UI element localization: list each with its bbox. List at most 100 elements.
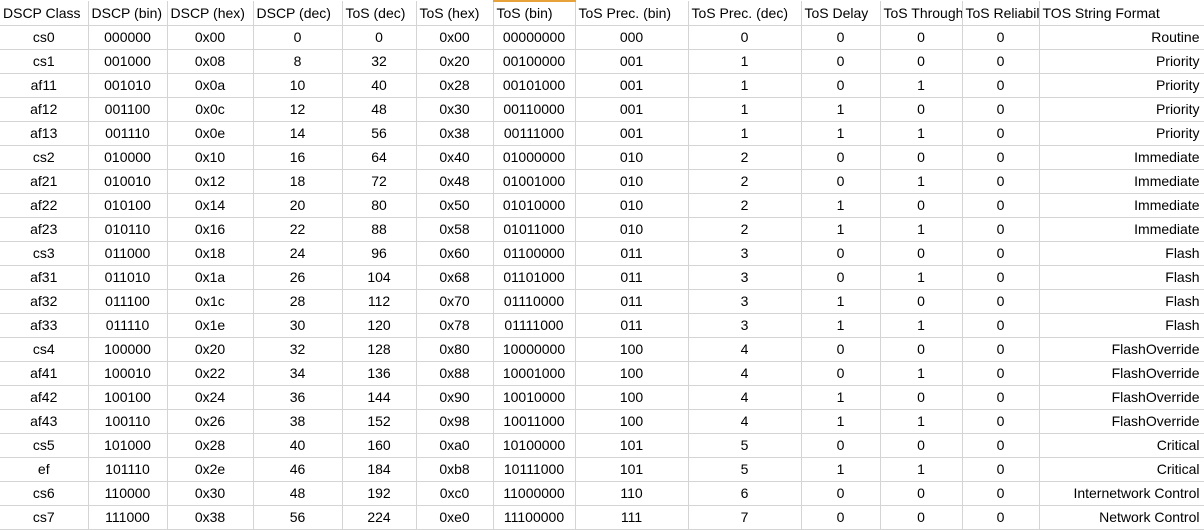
cell[interactable]: 11000000: [493, 481, 576, 506]
cell[interactable]: cs7: [0, 505, 89, 530]
cell[interactable]: 0: [962, 169, 1040, 194]
column-header[interactable]: ToS (dec): [342, 1, 417, 26]
cell[interactable]: 4: [688, 409, 802, 434]
cell[interactable]: 32: [253, 337, 343, 362]
cell[interactable]: 10001000: [493, 361, 576, 386]
column-header[interactable]: ToS Throughput: [880, 1, 963, 26]
cell[interactable]: 0xb8: [416, 457, 494, 482]
cell[interactable]: Immediate: [1039, 169, 1204, 194]
cell[interactable]: FlashOverride: [1039, 361, 1204, 386]
cell[interactable]: cs1: [0, 49, 89, 74]
column-header[interactable]: ToS Delay: [801, 1, 881, 26]
cell[interactable]: 1: [880, 313, 963, 338]
cell[interactable]: 0x24: [167, 385, 254, 410]
cell[interactable]: 4: [688, 385, 802, 410]
cell[interactable]: 6: [688, 481, 802, 506]
cell[interactable]: 0x1e: [167, 313, 254, 338]
cell[interactable]: 0: [801, 169, 881, 194]
cell[interactable]: 001000: [88, 49, 168, 74]
cell[interactable]: 0x1a: [167, 265, 254, 290]
cell[interactable]: 0x0e: [167, 121, 254, 146]
cell[interactable]: 1: [801, 289, 881, 314]
cell[interactable]: 01000000: [493, 145, 576, 170]
cell[interactable]: 1: [880, 217, 963, 242]
cell[interactable]: 192: [342, 481, 417, 506]
cell[interactable]: 4: [688, 337, 802, 362]
cell[interactable]: 0: [962, 217, 1040, 242]
cell[interactable]: af33: [0, 313, 89, 338]
cell[interactable]: 0x10: [167, 145, 254, 170]
cell[interactable]: 1: [801, 409, 881, 434]
cell[interactable]: cs2: [0, 145, 89, 170]
cell[interactable]: 0x80: [416, 337, 494, 362]
cell[interactable]: 0: [801, 73, 881, 98]
cell[interactable]: 36: [253, 385, 343, 410]
cell[interactable]: 0: [962, 265, 1040, 290]
cell[interactable]: 111: [575, 505, 689, 530]
cell[interactable]: 0x48: [416, 169, 494, 194]
cell[interactable]: af43: [0, 409, 89, 434]
cell[interactable]: 1: [801, 193, 881, 218]
cell[interactable]: af23: [0, 217, 89, 242]
cell[interactable]: af12: [0, 97, 89, 122]
cell[interactable]: 0: [880, 505, 963, 530]
cell[interactable]: 0: [962, 409, 1040, 434]
cell[interactable]: 0x14: [167, 193, 254, 218]
cell[interactable]: 28: [253, 289, 343, 314]
cell[interactable]: 000000: [88, 25, 168, 50]
cell[interactable]: 56: [253, 505, 343, 530]
cell[interactable]: 224: [342, 505, 417, 530]
cell[interactable]: Priority: [1039, 121, 1204, 146]
cell[interactable]: 88: [342, 217, 417, 242]
column-header[interactable]: TOS String Format: [1039, 1, 1204, 26]
cell[interactable]: 0: [962, 433, 1040, 458]
cell[interactable]: 0x98: [416, 409, 494, 434]
cell[interactable]: 1: [880, 409, 963, 434]
column-header[interactable]: ToS Prec. (dec): [688, 1, 802, 26]
cell[interactable]: 0: [962, 49, 1040, 74]
cell[interactable]: 0: [962, 241, 1040, 266]
cell[interactable]: 100100: [88, 385, 168, 410]
cell[interactable]: 11100000: [493, 505, 576, 530]
cell[interactable]: 0: [880, 337, 963, 362]
cell[interactable]: 10: [253, 73, 343, 98]
cell[interactable]: 160: [342, 433, 417, 458]
cell[interactable]: cs4: [0, 337, 89, 362]
cell[interactable]: 18: [253, 169, 343, 194]
cell[interactable]: 0: [801, 241, 881, 266]
cell[interactable]: 1: [801, 313, 881, 338]
cell[interactable]: Network Control: [1039, 505, 1204, 530]
cell[interactable]: 0: [342, 25, 417, 50]
cell[interactable]: 0x88: [416, 361, 494, 386]
column-header[interactable]: DSCP (hex): [167, 1, 254, 26]
cell[interactable]: 0: [880, 145, 963, 170]
cell[interactable]: 0: [880, 97, 963, 122]
cell[interactable]: 0x28: [167, 433, 254, 458]
cell[interactable]: 01111000: [493, 313, 576, 338]
cell[interactable]: 0x00: [167, 25, 254, 50]
cell[interactable]: 128: [342, 337, 417, 362]
cell[interactable]: af32: [0, 289, 89, 314]
cell[interactable]: 1: [801, 457, 881, 482]
cell[interactable]: 10111000: [493, 457, 576, 482]
cell[interactable]: 00110000: [493, 97, 576, 122]
cell[interactable]: 00100000: [493, 49, 576, 74]
cell[interactable]: cs3: [0, 241, 89, 266]
cell[interactable]: 00101000: [493, 73, 576, 98]
cell[interactable]: af42: [0, 385, 89, 410]
cell[interactable]: 000: [575, 25, 689, 50]
cell[interactable]: 0x08: [167, 49, 254, 74]
cell[interactable]: af22: [0, 193, 89, 218]
cell[interactable]: 0: [801, 145, 881, 170]
cell[interactable]: ef: [0, 457, 89, 482]
cell[interactable]: 111000: [88, 505, 168, 530]
cell[interactable]: 5: [688, 457, 802, 482]
cell[interactable]: 010010: [88, 169, 168, 194]
cell[interactable]: 136: [342, 361, 417, 386]
cell[interactable]: 0: [962, 193, 1040, 218]
cell[interactable]: 4: [688, 361, 802, 386]
cell[interactable]: 0x12: [167, 169, 254, 194]
cell[interactable]: 01010000: [493, 193, 576, 218]
cell[interactable]: 0: [801, 433, 881, 458]
cell[interactable]: 001: [575, 73, 689, 98]
